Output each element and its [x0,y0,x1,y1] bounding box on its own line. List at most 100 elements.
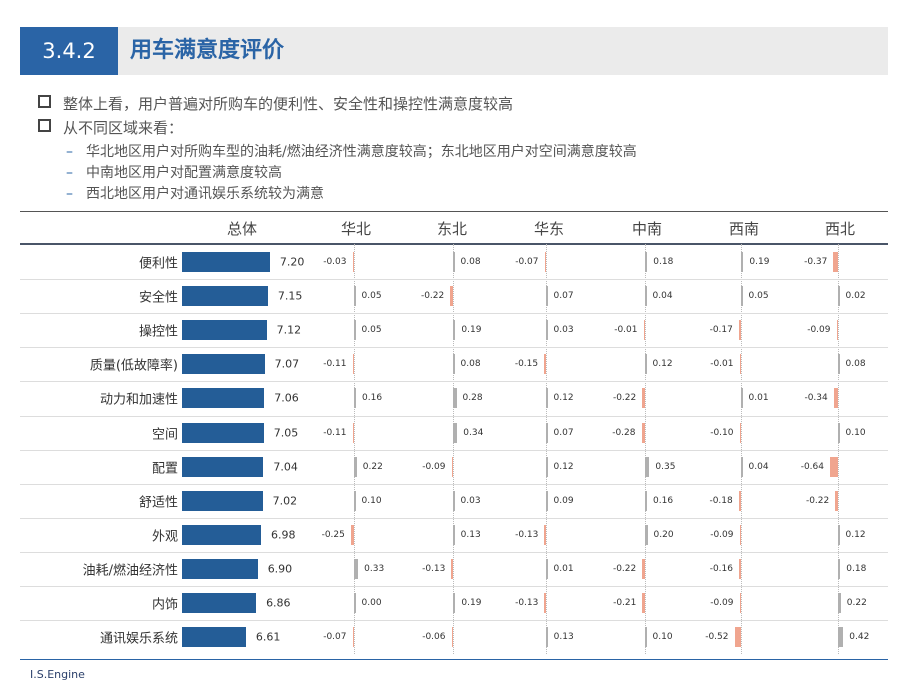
diff-bar-negative [642,388,645,409]
sub-bullet-1: – 华北地区用户对所购车型的油耗/燃油经济性满意度较高；东北地区用户对空间满意度较… [66,144,637,160]
diff-bar-negative [352,422,354,443]
category-label: 空间 [151,427,178,442]
sub-bullet-text: 中南地区用户对配置满意度较高 [86,165,282,181]
diff-value: 0.12 [845,529,866,540]
total-value: 6.86 [266,596,291,610]
row-separator [20,415,888,417]
total-bar [182,627,246,648]
diff-value: -0.09 [710,529,734,540]
diff-value: 0.19 [749,257,770,267]
sub-bullet-text: 西北地区用户对通讯娱乐系统较为满意 [86,186,324,202]
total-value: 6.90 [267,562,293,576]
bullet-text: 从不同区域来看： [63,119,184,137]
category-label: 舒适性 [138,495,178,511]
diff-value: -0.07 [515,257,539,267]
diff-bar-negative [352,354,354,375]
bullet-2: 从不同区域来看： [38,117,183,138]
sub-bullet-2: – 中南地区用户对配置满意度较高 [66,165,282,181]
diff-value: -0.22 [612,563,637,574]
diff-bar-positive [741,286,743,307]
diff-bar-positive [354,388,356,409]
diff-bar-positive [838,524,840,545]
row-separator [20,313,888,315]
diff-bar-positive [453,490,455,511]
diff-bar-positive [354,558,359,579]
diff-value: 0.05 [361,325,382,336]
diff-value: 0.22 [362,461,383,472]
footer-line [20,659,888,660]
diff-bar-positive [453,252,455,272]
diff-bar-negative [738,320,741,341]
diff-value: 0.34 [463,427,484,438]
diff-bar-negative [833,388,838,409]
category-label: 质量(低故障率) [89,358,178,374]
footer-logo: I.S.Engine [30,668,85,681]
diff-bar-negative [544,354,546,375]
diff-bar-positive [354,320,356,341]
total-bar [182,558,258,579]
diff-bar-negative [451,558,453,579]
diff-bar-negative [451,627,453,648]
diff-value: -0.09 [807,325,831,336]
diff-bar-positive [645,627,647,648]
diff-bar-positive [546,422,548,443]
diff-value: 0.16 [362,393,383,404]
diff-value: -0.22 [612,393,637,404]
diff-bar-negative [739,593,741,613]
diff-value: 0.02 [845,291,866,302]
total-bar [182,320,267,341]
diff-bar-positive [546,388,548,409]
diff-bar-positive [741,252,744,272]
diff-value: -0.13 [422,563,446,574]
diff-value: 0.12 [652,359,673,370]
category-label: 通讯娱乐系统 [99,631,178,647]
diff-bar-negative [739,354,741,375]
diff-value: 0.05 [361,291,382,302]
page-title: 用车满意度评价 [130,38,285,63]
bullet-text: 整体上看，用户普遍对所购车的便利性、安全性和操控性满意度较高 [63,95,514,113]
diff-value: 0.03 [553,325,574,336]
diff-bar-negative [836,320,838,341]
square-bullet-icon [38,119,51,132]
category-label: 油耗/燃油经济性 [82,563,178,579]
diff-value: 0.10 [361,495,382,506]
diff-value: 0.22 [846,598,867,608]
column-header-region: 华东 [533,220,565,238]
section-number: 3.4.2 [20,27,118,75]
row-separator [20,449,888,451]
total-value: 7.12 [276,323,302,337]
column-header-region: 西北 [824,220,856,238]
total-bar [182,422,264,443]
total-value: 7.15 [277,289,303,303]
diff-value: 0.18 [846,563,867,574]
diff-bar-positive [546,320,548,341]
diff-value: 0.04 [748,461,769,472]
diff-value: 0.04 [652,291,673,302]
category-label: 安全性 [138,290,178,306]
diff-bar-negative [451,456,453,477]
diff-bar-positive [741,456,743,477]
diff-bar-positive [645,286,647,307]
diff-bar-positive [546,627,548,648]
diff-value: 0.09 [553,495,574,506]
total-value: 7.20 [279,255,305,269]
diff-value: 0.07 [553,291,574,302]
diff-bar-negative [544,593,546,613]
diff-bar-negative [642,558,645,579]
diff-value: -0.22 [420,291,445,302]
diff-bar-negative [833,252,838,272]
diff-value: 0.07 [553,427,574,438]
diff-bar-positive [453,388,457,409]
diff-bar-positive [838,422,840,443]
diff-bar-positive [453,354,455,375]
diff-bar-positive [453,422,458,443]
total-value: 7.05 [273,426,299,439]
diff-value: 0.13 [553,632,574,643]
diff-bar-positive [838,627,844,648]
diff-value: -0.16 [709,563,733,574]
diff-value: -0.37 [804,257,828,267]
diff-bar-negative [739,524,741,545]
diff-value: 0.42 [849,632,870,643]
category-label: 配置 [151,461,178,477]
diff-bar-negative [350,524,354,545]
